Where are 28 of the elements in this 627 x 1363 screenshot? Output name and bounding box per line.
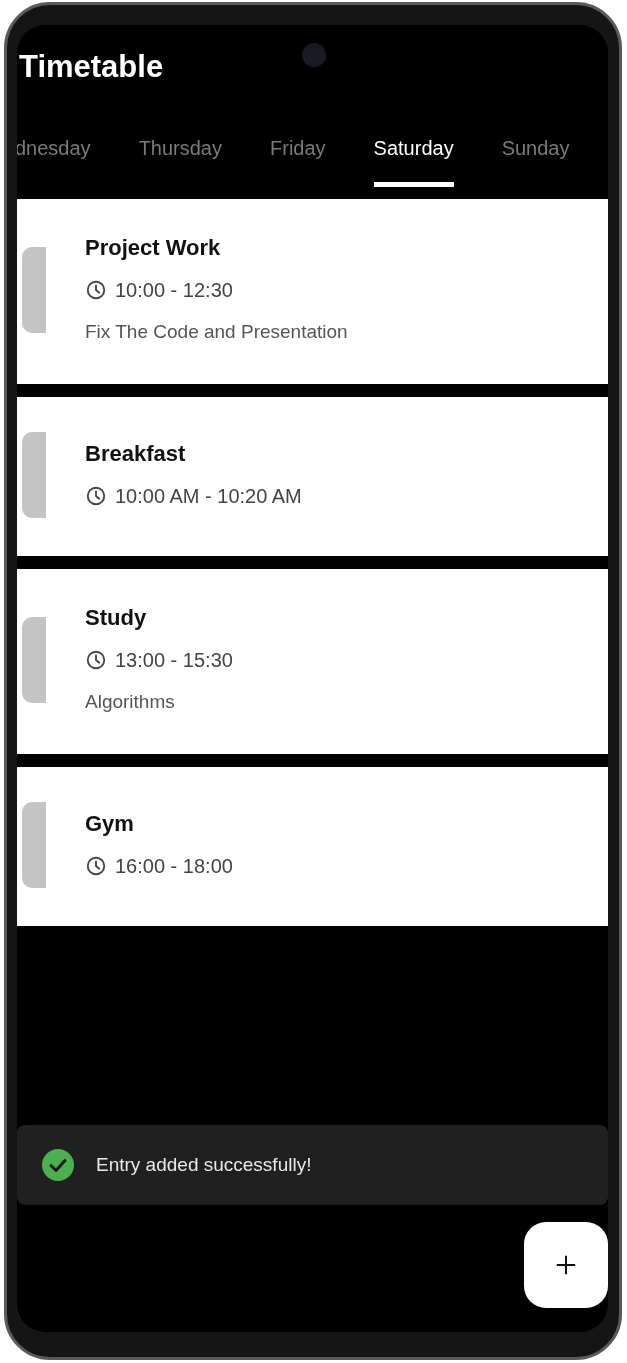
entry-title: Breakfast (85, 440, 187, 468)
day-tab[interactable]: Thursday (138, 136, 222, 199)
entry-card[interactable]: Gym 16:00 - 18:00 (17, 767, 608, 926)
clock-icon (85, 485, 107, 507)
snackbar-message: Entry added successfully! (96, 1154, 312, 1176)
entry-title: Gym (85, 810, 135, 838)
entry-card[interactable]: Breakfast 10:00 AM - 10:20 AM (17, 397, 608, 556)
entry-time: 10:00 AM - 10:20 AM (115, 484, 302, 509)
entry-title: Study (85, 604, 148, 632)
camera-hole (302, 43, 326, 67)
entry-time: 13:00 - 15:30 (115, 648, 233, 673)
check-circle-icon (42, 1149, 74, 1181)
clock-icon (85, 279, 107, 301)
plus-icon (555, 1254, 577, 1276)
entry-description: Algorithms (85, 690, 176, 714)
entry-card[interactable]: Project Work 10:00 - 12:30 Fix The Code and Presentation (17, 199, 608, 384)
clock-icon (85, 649, 107, 671)
entry-title: Project Work (85, 234, 222, 262)
add-button[interactable] (524, 1222, 608, 1308)
entry-card[interactable]: Study 13:00 - 15:30 Algorithms (17, 569, 608, 754)
app-title: Timetable (19, 49, 164, 85)
day-tab[interactable]: Sunday (501, 136, 570, 199)
entry-time: 16:00 - 18:00 (115, 854, 233, 879)
entry-description: Fix The Code and Presentation (85, 320, 348, 344)
day-tab[interactable]: Saturday (373, 136, 454, 199)
day-tab[interactable]: Friday (270, 136, 326, 199)
entry-time: 10:00 - 12:30 (115, 278, 233, 303)
clock-icon (85, 855, 107, 877)
